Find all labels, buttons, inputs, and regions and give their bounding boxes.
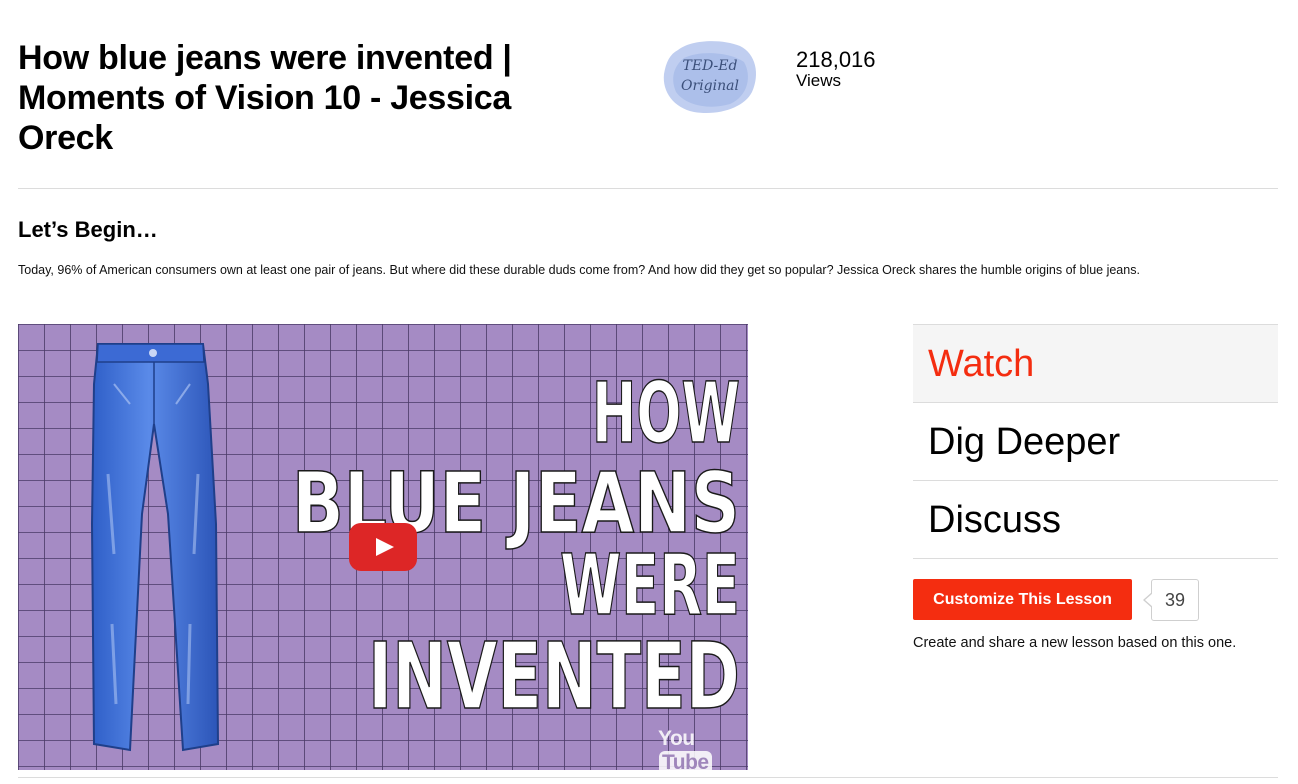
tab-dig-deeper[interactable]: Dig Deeper	[913, 403, 1278, 481]
divider	[18, 777, 1278, 778]
youtube-logo-tube: Tube	[659, 751, 712, 770]
youtube-play-icon[interactable]	[349, 523, 417, 571]
youtube-logo-you: You	[658, 727, 695, 750]
customize-count-badge: 39	[1143, 579, 1199, 621]
ted-ed-original-logo: TED-Ed Original	[663, 41, 756, 114]
badge-line-2: Original	[681, 78, 739, 94]
thumbnail-line-1: HOW	[592, 364, 740, 462]
views-label: Views	[796, 71, 842, 90]
section-heading: Let’s Begin…	[18, 217, 158, 242]
tab-discuss[interactable]: Discuss	[913, 481, 1278, 559]
youtube-logo[interactable]: YouTube	[658, 727, 748, 770]
thumbnail-line-3: WERE	[560, 536, 740, 634]
video-player[interactable]: HOW BLUE JEANS WERE INVENTED YouTube	[18, 324, 748, 770]
lesson-tabs: Watch Dig Deeper Discuss	[913, 324, 1278, 559]
lesson-description: Today, 96% of American consumers own at …	[18, 263, 1140, 277]
lesson-title: How blue jeans were invented | Moments o…	[18, 39, 512, 157]
customize-help-text: Create and share a new lesson based on t…	[913, 635, 1237, 651]
divider	[18, 188, 1278, 189]
tab-watch[interactable]: Watch	[913, 325, 1278, 403]
badge-line-1: TED-Ed	[683, 58, 738, 74]
ted-ed-original-badge: TED-Ed Original	[660, 36, 760, 116]
views-count: 218,016	[796, 47, 876, 72]
thumbnail-line-4: INVENTED	[368, 623, 740, 730]
views-counter: 218,016 Views	[796, 48, 876, 90]
customize-lesson-button[interactable]: Customize This Lesson	[913, 579, 1132, 620]
